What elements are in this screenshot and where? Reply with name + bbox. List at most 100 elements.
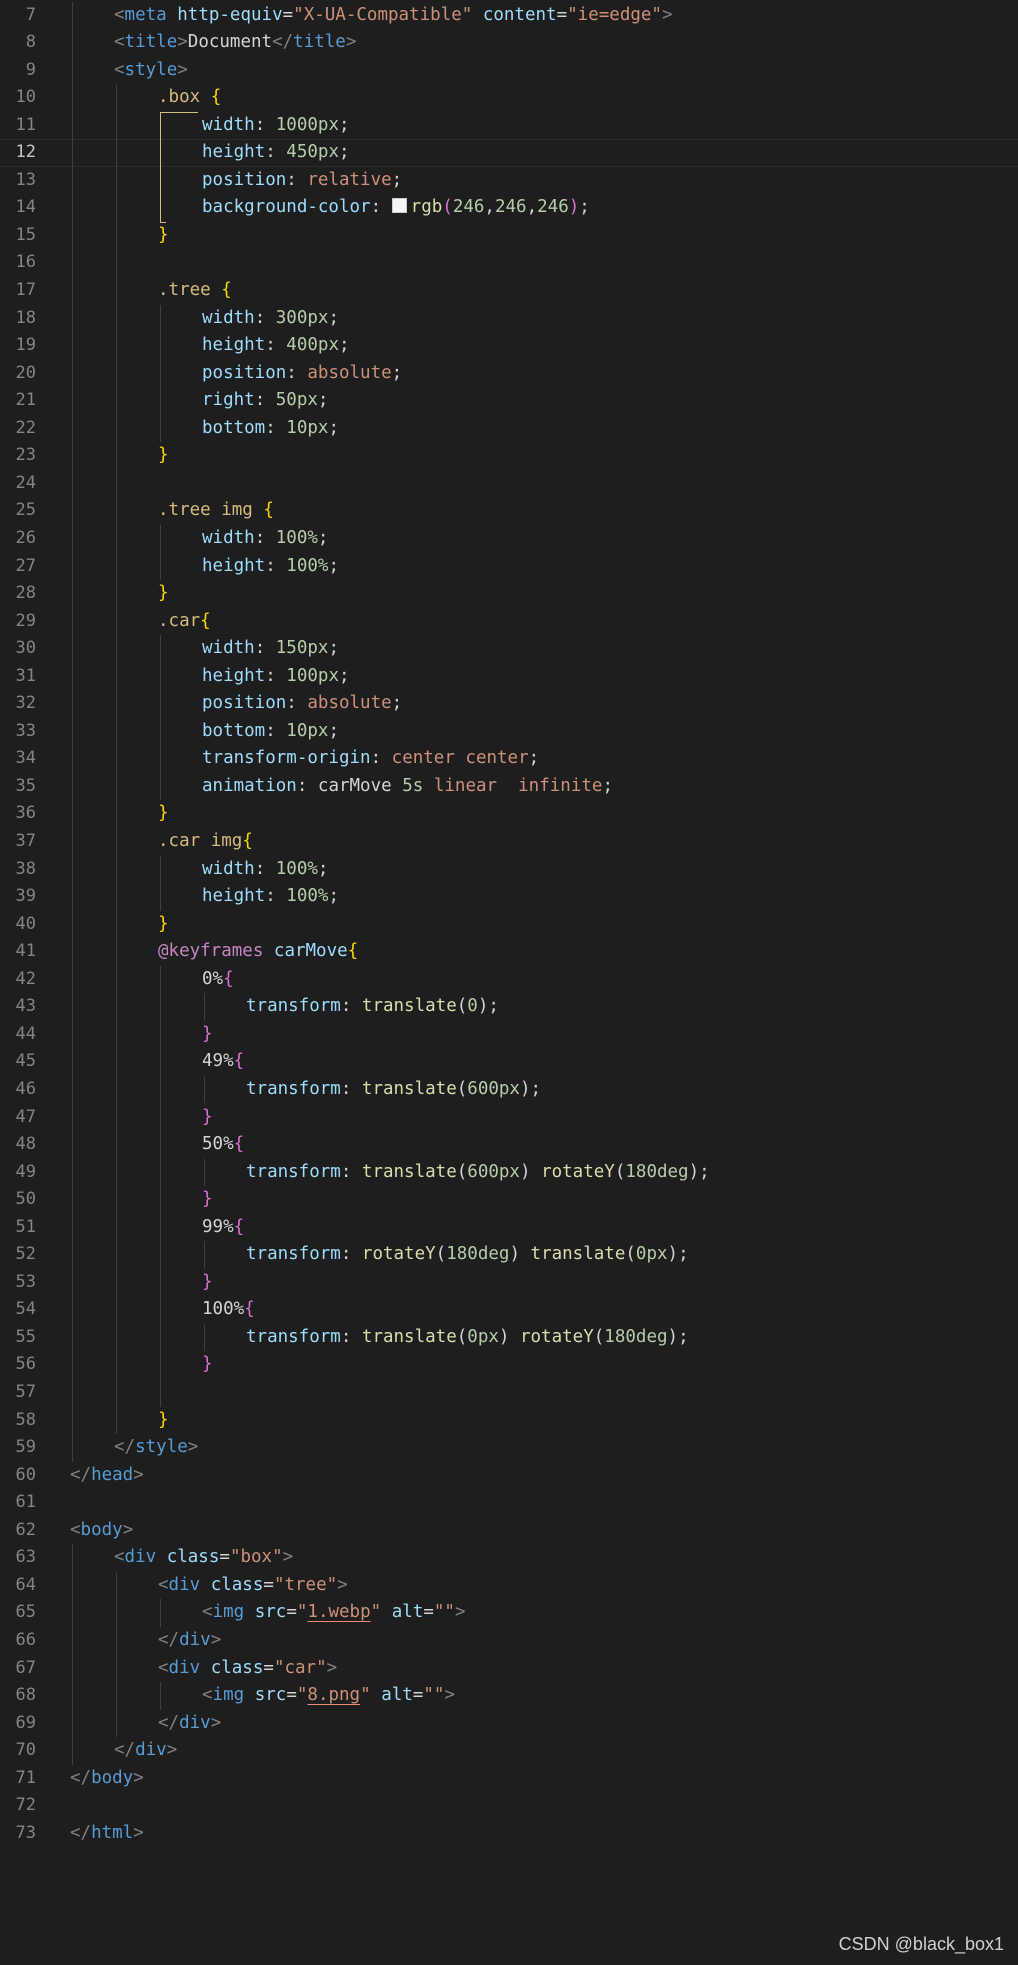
code-line[interactable]: 72: [0, 1792, 1018, 1820]
code-line[interactable]: 52 transform: rotateY(180deg) translate(0…: [0, 1241, 1018, 1269]
code-line[interactable]: 62 <body>: [0, 1517, 1018, 1545]
code-line[interactable]: 11 width: 1000px;: [0, 112, 1018, 140]
line-number: 62: [15, 1519, 36, 1540]
code-token: :: [286, 169, 308, 190]
code-line[interactable]: 73 </html>: [0, 1820, 1018, 1848]
code-token: ;: [528, 748, 540, 769]
line-number: 36: [15, 803, 36, 824]
code-line[interactable]: 64 <div class="tree">: [0, 1572, 1018, 1600]
code-line[interactable]: 19 height: 400px;: [0, 332, 1018, 360]
code-line[interactable]: 18 width: 300px;: [0, 305, 1018, 333]
code-line[interactable]: 70 </div>: [0, 1737, 1018, 1765]
code-line[interactable]: 23}: [0, 442, 1018, 470]
code-line[interactable]: 40}: [0, 911, 1018, 939]
code-line[interactable]: 10 .box {: [0, 84, 1018, 112]
code-line[interactable]: 21 right: 50px;: [0, 387, 1018, 415]
code-line[interactable]: 42 0%{: [0, 966, 1018, 994]
code-line[interactable]: 28}: [0, 580, 1018, 608]
code-line[interactable]: 71 </body>: [0, 1765, 1018, 1793]
code-token: ;: [338, 665, 350, 686]
code-line[interactable]: 65 <img src="1.webp" alt="">: [0, 1599, 1018, 1627]
code-token: </: [70, 1767, 92, 1788]
code-line[interactable]: 67 <div class="car">: [0, 1655, 1018, 1683]
code-line[interactable]: 30 width: 150px;: [0, 635, 1018, 663]
code-line[interactable]: 66 </div>: [0, 1627, 1018, 1655]
code-line[interactable]: 27 height: 100%;: [0, 553, 1018, 581]
code-token: 5s: [402, 775, 424, 796]
code-line[interactable]: 31 height: 100px;: [0, 663, 1018, 691]
code-token: ;: [328, 307, 339, 328]
code-line[interactable]: 56}: [0, 1351, 1018, 1379]
code-line[interactable]: 22 bottom: 10px;: [0, 415, 1018, 443]
code-line[interactable]: 17 .tree {: [0, 277, 1018, 305]
code-line[interactable]: 50}: [0, 1186, 1018, 1214]
code-line[interactable]: 46 transform: translate(600px);: [0, 1076, 1018, 1104]
code-token: bottom: [202, 720, 266, 741]
code-token: body: [91, 1767, 134, 1788]
code-line[interactable]: 12 height: 450px;: [0, 139, 1018, 167]
code-line[interactable]: 16: [0, 249, 1018, 277]
code-line[interactable]: 69 </div>: [0, 1710, 1018, 1738]
code-token: }: [158, 1409, 169, 1430]
code-token: <: [158, 1657, 169, 1678]
indent-guide: [116, 84, 117, 1435]
code-line[interactable]: 45 49%{: [0, 1048, 1018, 1076]
code-line[interactable]: 14 background-color: rgb(246,246,246);: [0, 194, 1018, 222]
code-line[interactable]: 35 animation: carMove 5s linear infinite;: [0, 773, 1018, 801]
code-line[interactable]: 53}: [0, 1269, 1018, 1297]
code-line[interactable]: 9 <style>: [0, 57, 1018, 85]
code-line[interactable]: 39 height: 100%;: [0, 883, 1018, 911]
code-line[interactable]: 51 99%{: [0, 1214, 1018, 1242]
code-line[interactable]: 38 width: 100%;: [0, 856, 1018, 884]
code-token: :: [254, 858, 276, 879]
code-line[interactable]: 29 .car{: [0, 608, 1018, 636]
code-line[interactable]: 8 <title>Document</title>: [0, 29, 1018, 57]
line-number: 39: [15, 886, 36, 907]
code-line[interactable]: 49 transform: translate(600px) rotateY(18…: [0, 1159, 1018, 1187]
code-token: ;: [391, 169, 403, 190]
code-line[interactable]: 25 .tree img {: [0, 497, 1018, 525]
code-line[interactable]: 57: [0, 1379, 1018, 1407]
code-token: transform-origin: [202, 748, 371, 769]
color-swatch-icon[interactable]: [391, 198, 407, 214]
code-token: >: [337, 1574, 348, 1595]
code-line[interactable]: 13 position: relative;: [0, 167, 1018, 195]
code-line[interactable]: 55 transform: translate(0px) rotateY(180d…: [0, 1324, 1018, 1352]
code-line[interactable]: 15}: [0, 222, 1018, 250]
code-line[interactable]: 26 width: 100%;: [0, 525, 1018, 553]
line-number: 61: [15, 1492, 36, 1513]
code-token: ;: [391, 693, 403, 714]
line-number: 65: [15, 1602, 36, 1623]
code-token: ;: [317, 390, 329, 411]
code-line[interactable]: 32 position: absolute;: [0, 690, 1018, 718]
code-line[interactable]: 34 transform-origin: center center;: [0, 745, 1018, 773]
code-line[interactable]: 20 position: absolute;: [0, 360, 1018, 388]
code-line[interactable]: 54 100%{: [0, 1296, 1018, 1324]
code-line[interactable]: 43 transform: translate(0);: [0, 993, 1018, 1021]
code-line[interactable]: 41 @keyframes carMove{: [0, 938, 1018, 966]
code-line[interactable]: 58}: [0, 1407, 1018, 1435]
code-line[interactable]: 7 <meta http-equiv="X-UA-Compatible" cont…: [0, 2, 1018, 30]
code-line[interactable]: 63 <div class="box">: [0, 1544, 1018, 1572]
code-line[interactable]: 60 </head>: [0, 1462, 1018, 1490]
code-line[interactable]: 44}: [0, 1021, 1018, 1049]
code-line[interactable]: 61: [0, 1489, 1018, 1517]
code-editor[interactable]: 7 <meta http-equiv="X-UA-Compatible" cont…: [0, 0, 1018, 1965]
code-line[interactable]: 36}: [0, 800, 1018, 828]
code-line[interactable]: 68 <img src="8.png" alt="">: [0, 1682, 1018, 1710]
code-line[interactable]: 24: [0, 470, 1018, 498]
code-token: ;: [678, 1326, 689, 1347]
code-token: }: [158, 913, 169, 934]
code-line[interactable]: 59 </style>: [0, 1434, 1018, 1462]
code-line[interactable]: 33 bottom: 10px;: [0, 718, 1018, 746]
code-line[interactable]: 48 50%{: [0, 1131, 1018, 1159]
code-line[interactable]: 47}: [0, 1104, 1018, 1132]
code-text: .box {: [158, 84, 221, 112]
code-line[interactable]: 37 .car img{: [0, 828, 1018, 856]
code-token: 100px: [286, 665, 339, 686]
code-token: <: [70, 1519, 81, 1540]
code-text: }: [158, 442, 169, 470]
code-text: transform: rotateY(180deg) translate(0px…: [246, 1241, 689, 1269]
